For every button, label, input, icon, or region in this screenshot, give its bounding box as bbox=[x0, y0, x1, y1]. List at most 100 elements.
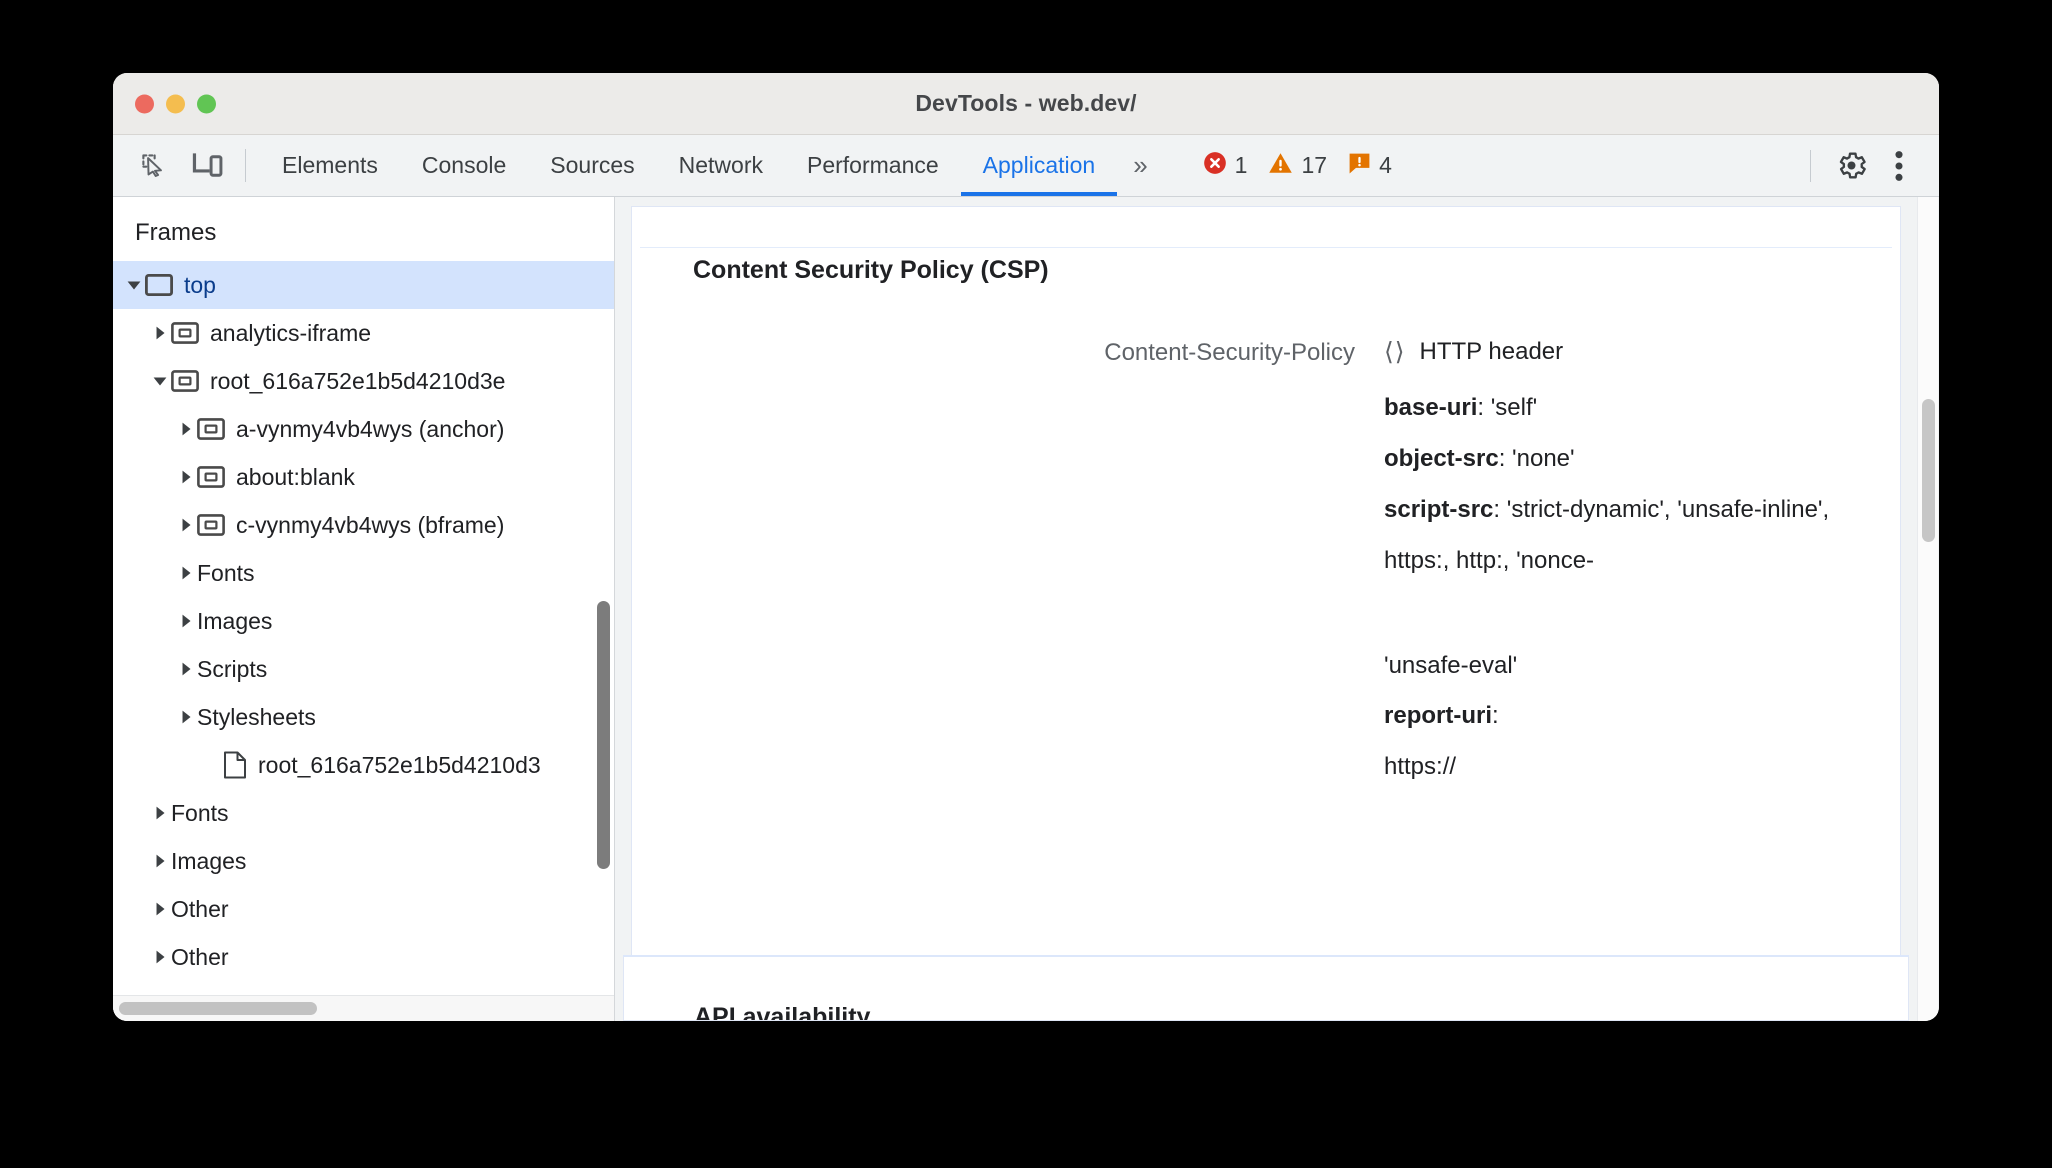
more-tabs-button[interactable]: » bbox=[1117, 135, 1160, 196]
tree-row-label: Fonts bbox=[171, 799, 229, 826]
kebab-menu-icon[interactable] bbox=[1875, 142, 1923, 190]
api-availability-title: API availability bbox=[694, 1003, 871, 1021]
application-main-panel: Content Security Policy (CSP) Content-Se… bbox=[615, 197, 1939, 1021]
twisty-collapsed-icon[interactable] bbox=[149, 853, 171, 869]
tree-row[interactable]: c-vynmy4vb4wys (bframe) bbox=[113, 501, 614, 549]
twisty-collapsed-icon[interactable] bbox=[149, 325, 171, 341]
twisty-collapsed-icon[interactable] bbox=[175, 517, 197, 533]
tree-row[interactable]: Other bbox=[113, 885, 614, 933]
inspect-element-icon[interactable] bbox=[127, 135, 181, 196]
minimize-window-button[interactable] bbox=[166, 94, 185, 113]
iframe-icon bbox=[197, 514, 225, 536]
maximize-window-button[interactable] bbox=[197, 94, 216, 113]
tree-row[interactable]: root_616a752e1b5d4210d3 bbox=[113, 741, 614, 789]
issue-count: 4 bbox=[1379, 152, 1392, 178]
csp-directive-name: script-src bbox=[1384, 495, 1494, 523]
tree-row-label: Other bbox=[171, 943, 229, 970]
csp-directive-value: 'strict-dynamic', 'unsafe-inline', bbox=[1506, 495, 1830, 523]
main-vertical-scrollbar-thumb[interactable] bbox=[1922, 399, 1935, 542]
tab-sources[interactable]: Sources bbox=[528, 135, 656, 196]
tree-row[interactable]: Images bbox=[113, 837, 614, 885]
issue-count-button[interactable]: 4 bbox=[1340, 151, 1399, 181]
main-vertical-scrollbar[interactable] bbox=[1917, 197, 1938, 1021]
warning-icon bbox=[1267, 150, 1294, 181]
tree-row[interactable]: Fonts bbox=[113, 549, 614, 597]
gear-icon[interactable] bbox=[1827, 142, 1875, 190]
tree-row[interactable]: Stylesheets bbox=[113, 693, 614, 741]
tree-row[interactable]: about:blank bbox=[113, 453, 614, 501]
twisty-collapsed-icon[interactable] bbox=[175, 613, 197, 629]
sidebar-vertical-scrollbar-thumb[interactable] bbox=[597, 601, 610, 869]
csp-directive: script-src: 'strict-dynamic', 'unsafe-in… bbox=[1384, 495, 1830, 523]
tab-application[interactable]: Application bbox=[960, 135, 1118, 196]
csp-directive: report-uri: bbox=[1384, 702, 1499, 730]
csp-nonce-elision-gap bbox=[1384, 599, 1917, 653]
devtools-toolbar: Elements Console Sources Network Perform… bbox=[113, 135, 1939, 197]
csp-directive: object-src: 'none' bbox=[1384, 444, 1575, 472]
sidebar-horizontal-scrollbar[interactable] bbox=[113, 995, 614, 1021]
issue-icon bbox=[1347, 151, 1372, 181]
twisty-collapsed-icon[interactable] bbox=[175, 661, 197, 677]
csp-source-row: Content-Security-Policy ⟨⟩ HTTP header bbox=[615, 337, 1917, 367]
tree-row-label: about:blank bbox=[236, 463, 355, 490]
csp-directive-wrapped-line: https:, http:, 'nonce- bbox=[1384, 546, 1595, 574]
tree-row-label: Stylesheets bbox=[197, 703, 316, 730]
csp-directives-list: base-uri: 'self' object-src: 'none' script… bbox=[1384, 394, 1917, 805]
twisty-expanded-icon[interactable] bbox=[149, 373, 171, 389]
tree-row-label: analytics-iframe bbox=[210, 319, 372, 346]
devtools-body: Frames top analytics-iframe root_616a752e1… bbox=[113, 197, 1939, 1021]
tree-row[interactable]: top bbox=[113, 261, 614, 309]
twisty-collapsed-icon[interactable] bbox=[149, 901, 171, 917]
twisty-collapsed-icon[interactable] bbox=[149, 949, 171, 965]
iframe-icon bbox=[171, 370, 199, 392]
tree-row-label: top bbox=[184, 271, 216, 298]
sidebar-horizontal-scrollbar-thumb[interactable] bbox=[119, 1002, 317, 1015]
error-count-button[interactable]: 1 bbox=[1195, 150, 1255, 181]
csp-report-uri-value: https:// bbox=[1384, 753, 1457, 781]
csp-directive-wrapped-line: 'unsafe-eval' bbox=[1384, 651, 1518, 679]
tab-network[interactable]: Network bbox=[657, 135, 785, 196]
sidebar-section-title: Frames bbox=[135, 219, 217, 246]
twisty-collapsed-icon[interactable] bbox=[175, 709, 197, 725]
tree-row[interactable]: Other bbox=[113, 933, 614, 981]
frames-sidebar: Frames top analytics-iframe root_616a752e1… bbox=[113, 197, 615, 1021]
devtools-window: DevTools - web.dev/ Elements Console Sou… bbox=[113, 73, 1939, 1021]
tree-row-label: a-vynmy4vb4wys (anchor) bbox=[236, 415, 505, 442]
close-window-button[interactable] bbox=[135, 94, 154, 113]
window-title: DevTools - web.dev/ bbox=[915, 90, 1137, 116]
traffic-lights bbox=[135, 94, 216, 113]
iframe-icon bbox=[197, 466, 225, 488]
iframe-icon bbox=[197, 418, 225, 440]
twisty-collapsed-icon[interactable] bbox=[175, 421, 197, 437]
tree-row[interactable]: Fonts bbox=[113, 789, 614, 837]
tree-row-label: Images bbox=[171, 847, 247, 874]
csp-source-label: Content-Security-Policy bbox=[1104, 339, 1355, 366]
toolbar-right-separator bbox=[1810, 149, 1811, 182]
twisty-collapsed-icon[interactable] bbox=[175, 565, 197, 581]
tab-console[interactable]: Console bbox=[400, 135, 528, 196]
warning-count: 17 bbox=[1301, 152, 1328, 178]
twisty-collapsed-icon[interactable] bbox=[175, 469, 197, 485]
tree-row-label: root_616a752e1b5d4210d3 bbox=[258, 751, 541, 778]
tree-row[interactable]: a-vynmy4vb4wys (anchor) bbox=[113, 405, 614, 453]
twisty-expanded-icon[interactable] bbox=[123, 277, 145, 293]
tree-row[interactable]: Scripts bbox=[113, 645, 614, 693]
tree-row[interactable]: root_616a752e1b5d4210d3e bbox=[113, 357, 614, 405]
device-toolbar-icon[interactable] bbox=[181, 135, 235, 196]
tab-performance[interactable]: Performance bbox=[785, 135, 961, 196]
error-count: 1 bbox=[1234, 152, 1248, 178]
warning-count-button[interactable]: 17 bbox=[1260, 150, 1334, 181]
iframe-icon bbox=[171, 322, 199, 344]
code-brackets-icon: ⟨⟩ bbox=[1384, 338, 1406, 366]
toolbar-separator bbox=[245, 149, 246, 182]
sidebar-vertical-scrollbar[interactable] bbox=[594, 601, 613, 869]
csp-source-kind: HTTP header bbox=[1419, 338, 1564, 365]
document-icon bbox=[223, 751, 247, 779]
csp-source-kind-group: ⟨⟩ HTTP header bbox=[1384, 337, 1563, 367]
tab-elements[interactable]: Elements bbox=[260, 135, 400, 196]
twisty-collapsed-icon[interactable] bbox=[149, 805, 171, 821]
tree-row[interactable]: Images bbox=[113, 597, 614, 645]
tree-row-label: Other bbox=[171, 895, 229, 922]
tree-row[interactable]: analytics-iframe bbox=[113, 309, 614, 357]
csp-section-title: Content Security Policy (CSP) bbox=[693, 256, 1049, 284]
